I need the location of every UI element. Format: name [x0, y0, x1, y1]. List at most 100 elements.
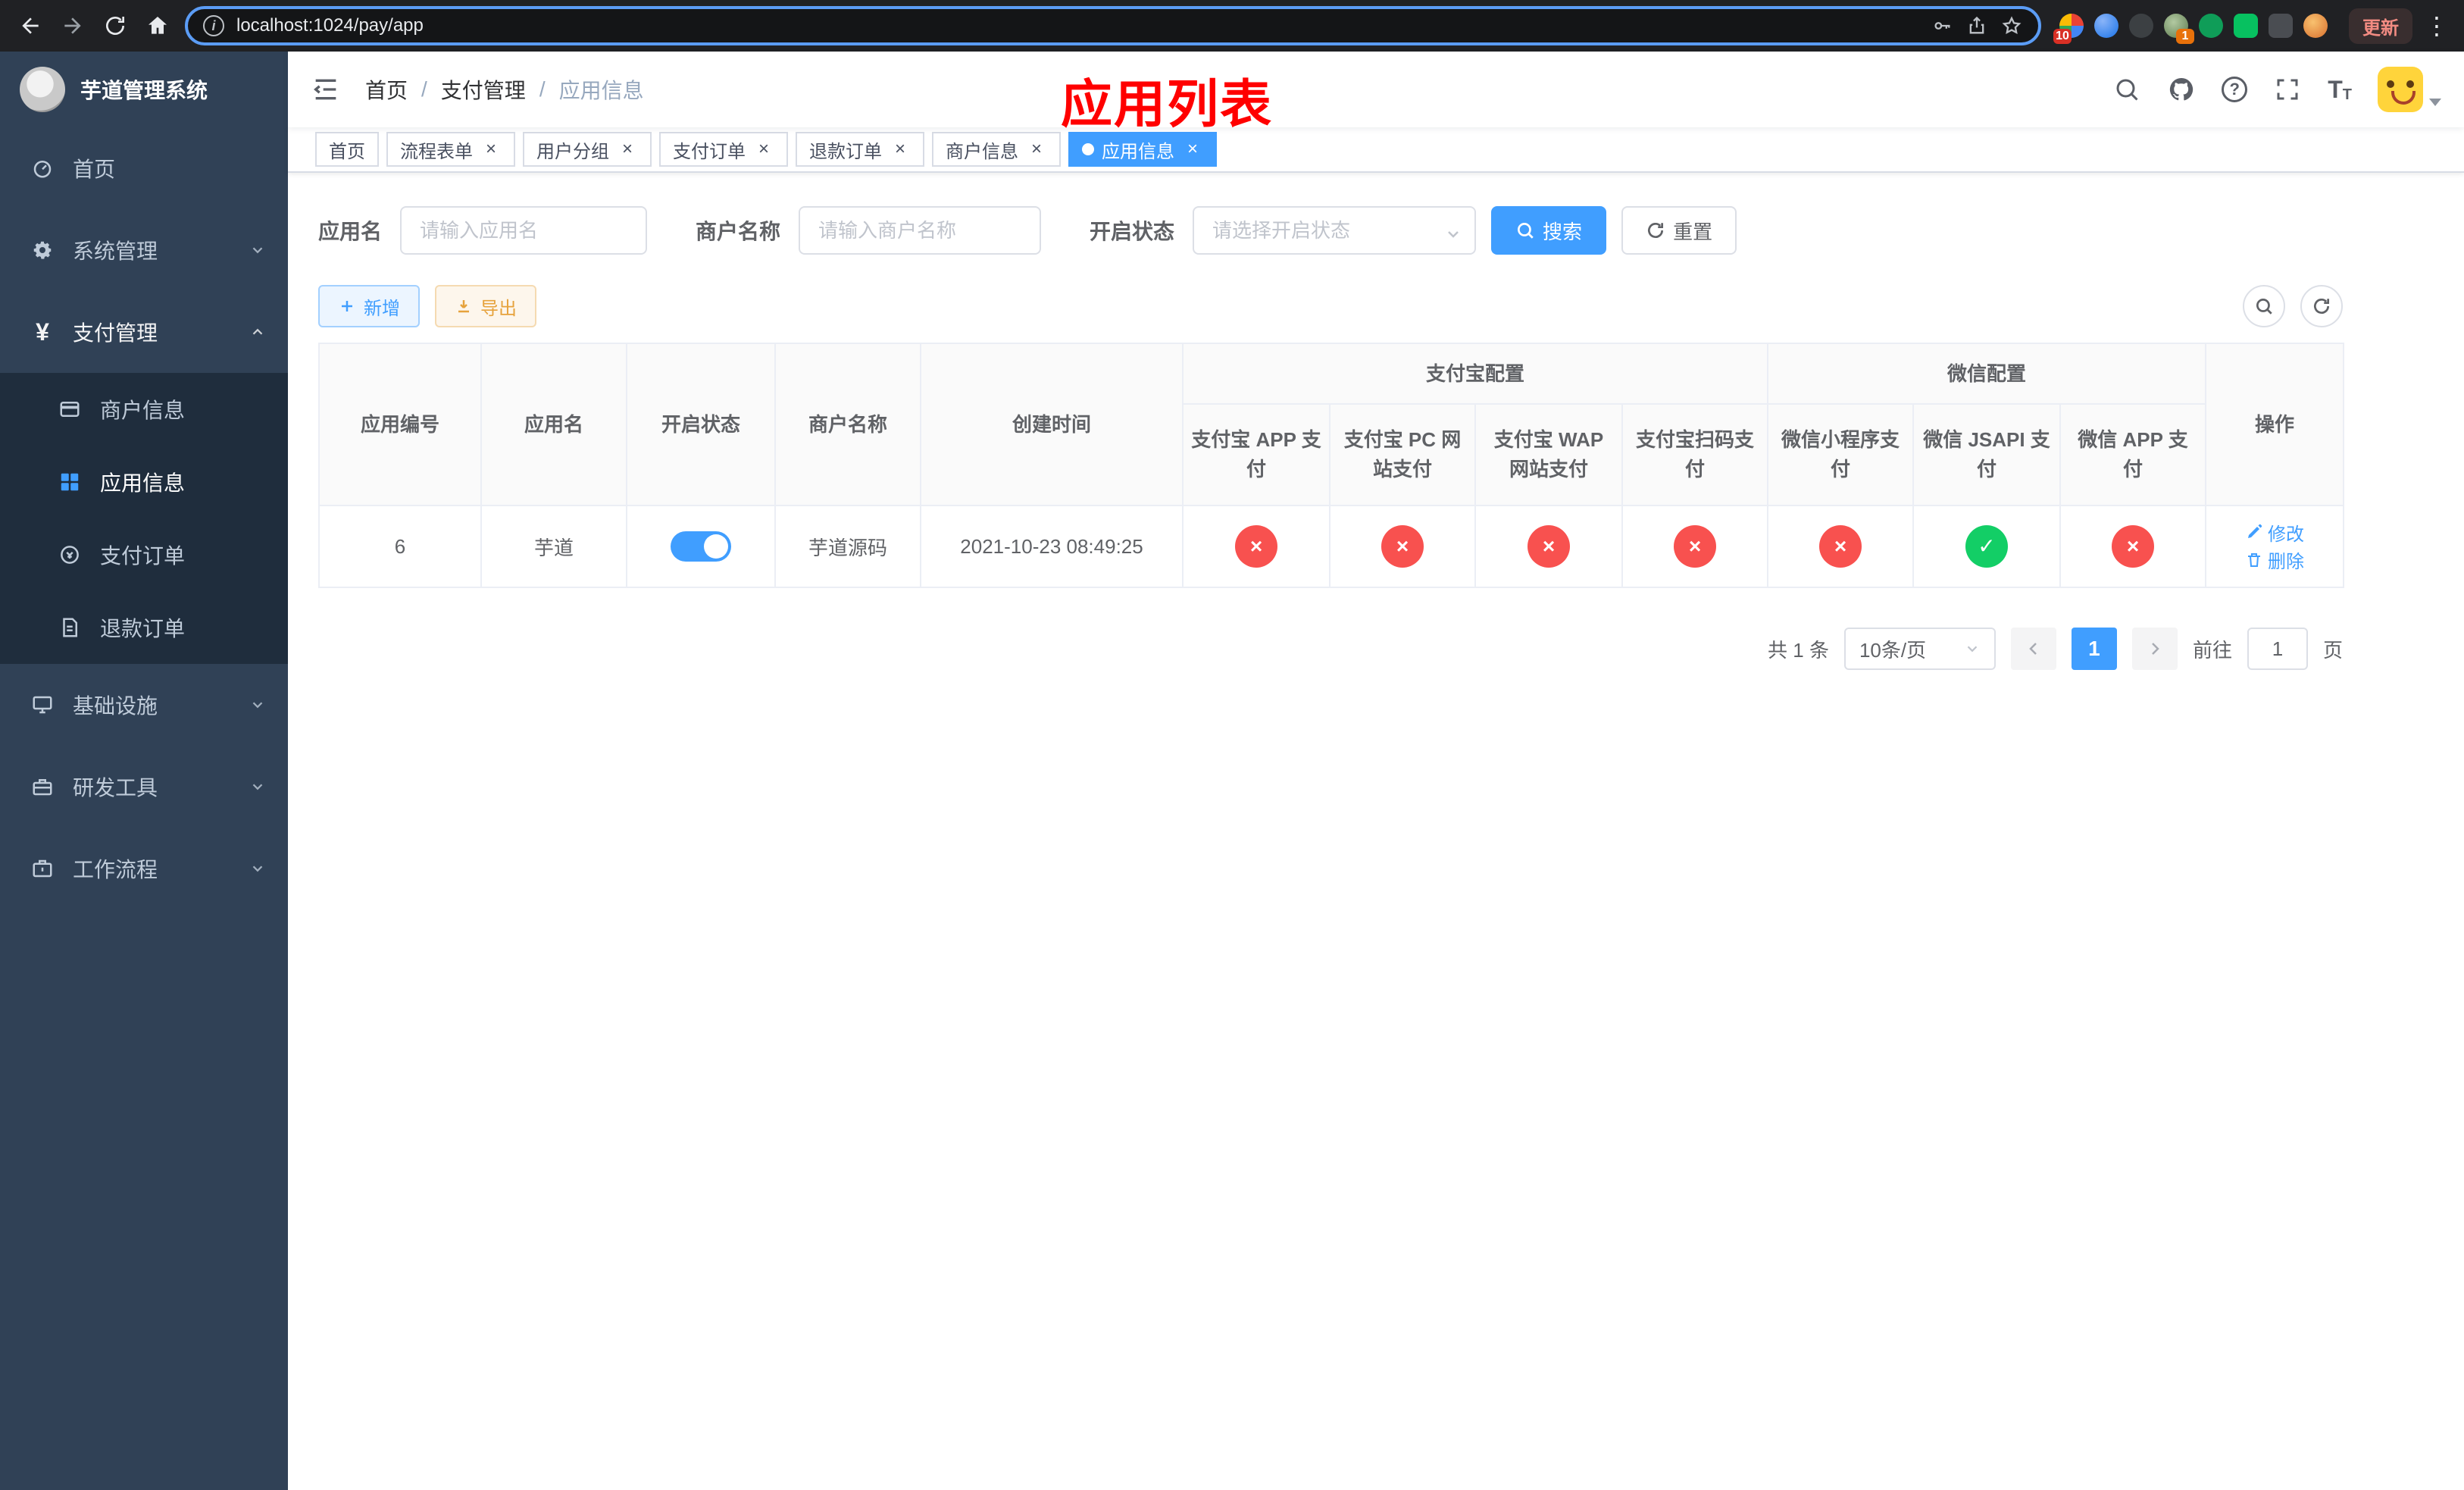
github-icon[interactable] — [2167, 75, 2196, 104]
share-icon[interactable] — [1965, 14, 1988, 37]
browser-forward-button[interactable] — [58, 11, 88, 41]
extension-face-icon[interactable] — [2303, 14, 2328, 38]
cell-id: 6 — [318, 505, 482, 588]
browser-reload-button[interactable] — [100, 11, 130, 41]
pay-order-icon — [58, 543, 82, 567]
extensions-tray: 10 1 — [2053, 14, 2328, 44]
search-button[interactable]: 搜索 — [1491, 206, 1607, 255]
close-icon[interactable]: × — [1182, 139, 1203, 160]
delete-button[interactable]: 删除 — [2245, 546, 2304, 573]
refresh-button[interactable] — [2300, 285, 2343, 327]
wx-mini-status-icon: × — [1819, 525, 1862, 568]
browser-back-button[interactable] — [15, 11, 45, 41]
app-logo — [20, 67, 65, 112]
breadcrumb-current: 应用信息 — [558, 79, 644, 102]
chevron-up-icon — [249, 323, 267, 341]
sidebar-item-infrastructure[interactable]: 基础设施 — [0, 664, 288, 746]
bookmark-star-icon[interactable] — [2000, 14, 2023, 37]
extension-drop-icon[interactable] — [2094, 14, 2118, 38]
filter-form: 应用名 商户名称 开启状态 搜索 重置 — [318, 206, 2464, 255]
user-avatar-menu[interactable] — [2378, 67, 2441, 112]
page-number-button[interactable]: 1 — [2071, 628, 2117, 670]
extension-avatar-icon[interactable]: 1 — [2164, 14, 2194, 44]
app-table: 应用编号 应用名 开启状态 商户名称 创建时间 支付宝配置 微信配置 操作 支付… — [318, 343, 2345, 588]
sidebar-item-system[interactable]: 系统管理 — [0, 209, 288, 291]
col-header-id: 应用编号 — [318, 343, 482, 506]
next-page-button[interactable] — [2131, 628, 2178, 670]
extension-badge: 10 — [2053, 29, 2072, 44]
page-size-select[interactable]: 10条/页 — [1843, 628, 1996, 670]
avatar[interactable] — [2378, 67, 2423, 112]
tag-user-group[interactable]: 用户分组 × — [523, 132, 652, 167]
tag-process-form[interactable]: 流程表单 × — [386, 132, 515, 167]
export-button[interactable]: 导出 — [435, 285, 536, 327]
password-key-icon[interactable] — [1931, 14, 1953, 37]
tag-pay-order[interactable]: 支付订单 × — [659, 132, 788, 167]
tag-home[interactable]: 首页 — [315, 132, 379, 167]
page-annotation: 应用列表 — [1061, 76, 1274, 133]
browser-toolbar: i localhost:1024/pay/app 10 1 更新 ⋮ — [0, 0, 2464, 52]
search-icon[interactable] — [2112, 75, 2141, 104]
sidebar-item-pay-order[interactable]: 支付订单 — [0, 518, 288, 591]
edit-button[interactable]: 修改 — [2245, 519, 2304, 546]
sidebar-item-workflow[interactable]: 工作流程 — [0, 828, 288, 909]
cell-created: 2021-10-23 08:49:25 — [920, 505, 1184, 588]
goto-page-input[interactable] — [2247, 628, 2308, 670]
fullscreen-icon[interactable] — [2273, 75, 2302, 104]
extension-dark-icon[interactable] — [2129, 14, 2153, 38]
alipay-pc-status-icon: × — [1381, 525, 1424, 568]
sidebar-item-home[interactable]: 首页 — [0, 127, 288, 209]
navbar-actions: ? TT — [2112, 67, 2441, 112]
close-icon[interactable]: × — [890, 139, 911, 160]
help-icon[interactable]: ? — [2222, 77, 2248, 102]
col-header-wx-mini: 微信小程序支付 — [1767, 403, 1915, 506]
sidebar-item-app-info[interactable]: 应用信息 — [0, 446, 288, 518]
tag-refund-order[interactable]: 退款订单 × — [796, 132, 924, 167]
breadcrumb: 首页 / 支付管理 / 应用信息 — [365, 74, 644, 105]
browser-home-button[interactable] — [142, 11, 173, 41]
prev-page-button[interactable] — [2010, 628, 2056, 670]
group-header-alipay: 支付宝配置 — [1181, 343, 1769, 405]
merchant-name-input[interactable] — [799, 206, 1042, 255]
tag-merchant-info[interactable]: 商户信息 × — [932, 132, 1061, 167]
page-content: 应用名 商户名称 开启状态 搜索 重置 新增 — [288, 173, 2464, 1490]
refund-doc-icon — [58, 615, 82, 640]
dashboard-icon — [30, 156, 55, 180]
sidebar-item-dev-tools[interactable]: 研发工具 — [0, 746, 288, 828]
chevron-down-icon — [249, 241, 267, 259]
url-text[interactable]: localhost:1024/pay/app — [236, 15, 424, 36]
extensions-grid-icon[interactable]: 10 — [2053, 14, 2084, 44]
total-count: 共 1 条 — [1768, 638, 1829, 662]
browser-update-button[interactable]: 更新 — [2349, 8, 2412, 44]
font-size-icon[interactable]: TT — [2328, 76, 2352, 104]
enabled-toggle[interactable] — [671, 531, 731, 562]
site-info-icon[interactable]: i — [203, 15, 224, 36]
close-icon[interactable]: × — [480, 139, 502, 160]
cell-name: 芋道 — [480, 505, 627, 588]
sidebar-item-merchant-info[interactable]: 商户信息 — [0, 373, 288, 446]
chevron-down-icon — [249, 778, 267, 796]
sidebar-collapse-icon[interactable] — [311, 74, 341, 105]
active-dot — [1082, 143, 1094, 155]
extension-green-icon[interactable] — [2199, 14, 2223, 38]
extension-wechat-icon[interactable] — [2234, 14, 2258, 38]
breadcrumb-home[interactable]: 首页 — [365, 74, 408, 105]
app-title: 芋道管理系统 — [80, 79, 208, 102]
close-icon[interactable]: × — [617, 139, 638, 160]
screen: i localhost:1024/pay/app 10 1 更新 ⋮ 芋道管理系… — [0, 0, 2464, 1490]
address-bar[interactable]: i localhost:1024/pay/app — [185, 6, 2041, 45]
sidebar-item-refund-order[interactable]: 退款订单 — [0, 591, 288, 664]
col-header-alipay-qr: 支付宝扫码支付 — [1621, 403, 1769, 506]
browser-menu-kebab-icon[interactable]: ⋮ — [2425, 11, 2449, 40]
app-name-input[interactable] — [400, 206, 648, 255]
extension-paw-icon[interactable] — [2269, 14, 2293, 38]
toggle-search-button[interactable] — [2243, 285, 2285, 327]
add-button[interactable]: 新增 — [318, 285, 420, 327]
close-icon[interactable]: × — [753, 139, 774, 160]
close-icon[interactable]: × — [1026, 139, 1047, 160]
sidebar-item-payment[interactable]: ¥ 支付管理 — [0, 291, 288, 373]
breadcrumb-payment[interactable]: 支付管理 — [441, 74, 526, 105]
col-header-alipay-pc: 支付宝 PC 网站支付 — [1329, 403, 1476, 506]
status-select[interactable] — [1193, 206, 1477, 255]
reset-button[interactable]: 重置 — [1621, 206, 1737, 255]
